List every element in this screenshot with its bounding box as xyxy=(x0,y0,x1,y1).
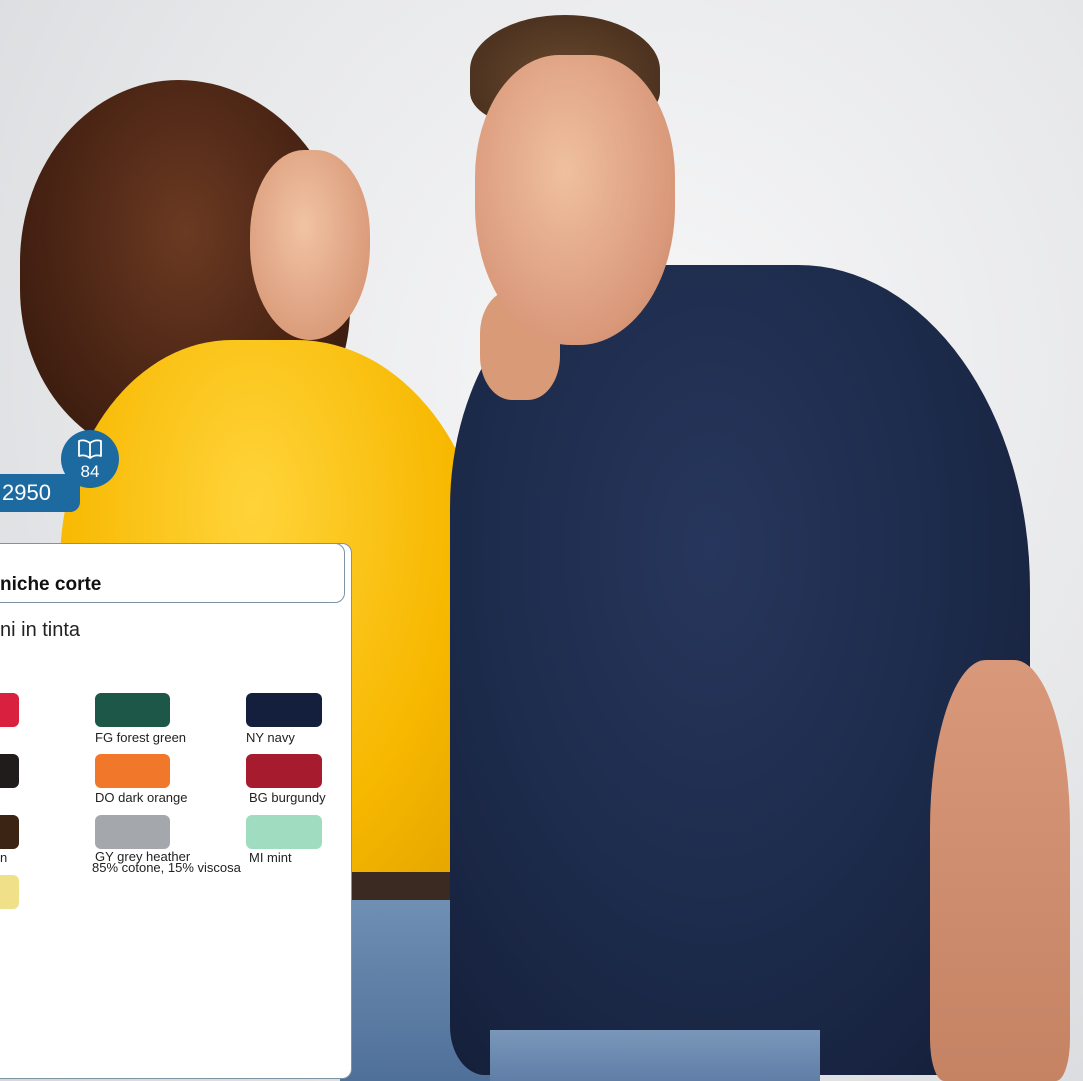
swatch-partial-red xyxy=(0,693,19,727)
man-arm xyxy=(930,660,1070,1081)
swatch-dark-orange xyxy=(95,754,170,788)
product-subtitle: ni in tinta xyxy=(0,619,81,641)
swatch-label-burgundy: BG burgundy xyxy=(249,790,326,805)
swatch-label-mint: MI mint xyxy=(249,850,292,865)
swatch-mint xyxy=(246,815,322,849)
swatch-label-dark-orange: DO dark orange xyxy=(95,790,188,805)
page-number: 84 xyxy=(80,462,100,481)
product-title: niche corte xyxy=(0,574,102,595)
swatch-label-forest-green: FG forest green xyxy=(95,730,187,745)
swatch-label-partial-brown: n xyxy=(0,850,8,865)
man-jeans xyxy=(490,1030,820,1081)
swatch-note-grey-heather: 85% cotone, 15% viscosa xyxy=(92,860,241,875)
open-book-icon xyxy=(78,439,102,459)
swatch-grey-heather xyxy=(95,815,170,849)
swatch-partial-brown xyxy=(0,815,19,849)
swatch-burgundy xyxy=(246,754,322,788)
swatch-partial-black xyxy=(0,754,19,788)
swatch-navy xyxy=(246,693,322,727)
man-face xyxy=(475,55,675,345)
swatch-forest-green xyxy=(95,693,170,727)
page-reference-badge[interactable]: 84 xyxy=(61,430,119,488)
woman-face xyxy=(250,150,370,340)
swatch-partial-yellow xyxy=(0,875,19,909)
swatch-label-navy: NY navy xyxy=(246,730,295,745)
